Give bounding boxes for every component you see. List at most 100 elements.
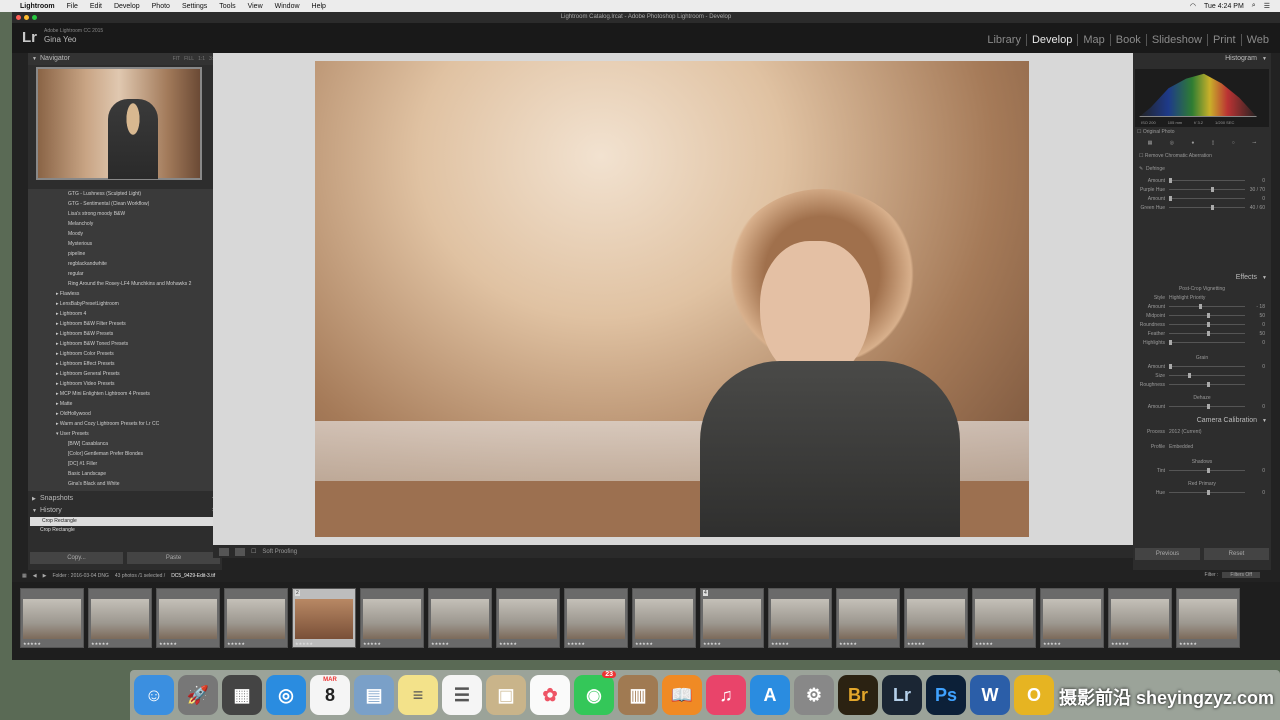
preset-item[interactable]: ▸ OldHollywood	[28, 409, 222, 419]
red-eye-icon[interactable]: ●	[1191, 140, 1194, 146]
snapshots-header[interactable]: ▶ Snapshots +	[28, 493, 222, 505]
remove-ca-checkbox[interactable]: ☐	[1139, 153, 1143, 159]
star-rating[interactable]: ★★★★★	[227, 641, 245, 646]
paste-button[interactable]: Paste	[127, 552, 220, 564]
slider-handle[interactable]	[1207, 382, 1210, 387]
star-rating[interactable]: ★★★★★	[431, 641, 449, 646]
slider-track[interactable]	[1169, 178, 1245, 183]
star-rating[interactable]: ★★★★★	[635, 641, 653, 646]
previous-button[interactable]: Previous	[1135, 548, 1200, 560]
app-menu[interactable]: Lightroom	[20, 3, 55, 10]
menu-photo[interactable]: Photo	[152, 3, 170, 10]
original-photo-checkbox[interactable]: ☐	[1137, 129, 1141, 135]
profile-select[interactable]: Embedded	[1169, 444, 1193, 450]
slider-track[interactable]	[1169, 468, 1245, 473]
preset-item[interactable]: regblackandwhite	[28, 259, 222, 269]
star-rating[interactable]: ★★★★★	[1043, 641, 1061, 646]
history-item[interactable]: Crop Rectangle	[28, 526, 222, 535]
notes-icon[interactable]: ≡	[398, 675, 438, 715]
radial-filter-icon[interactable]: ○	[1232, 140, 1235, 146]
preset-item[interactable]: ▸ Matte	[28, 399, 222, 409]
slider-value[interactable]: 40 / 60	[1245, 205, 1265, 211]
star-rating[interactable]: ★★★★★	[907, 641, 925, 646]
slider-track[interactable]	[1169, 313, 1245, 318]
slider-value[interactable]: 0	[1245, 404, 1265, 410]
menu-file[interactable]: File	[67, 3, 78, 10]
slider-handle[interactable]	[1207, 313, 1210, 318]
itunes-icon[interactable]: ♫	[706, 675, 746, 715]
preset-item[interactable]: ▸ Lightroom General Presets	[28, 369, 222, 379]
slider-track[interactable]	[1169, 404, 1245, 409]
preset-item[interactable]: ▸ MCP Mini Enlighten Lightroom 4 Presets	[28, 389, 222, 399]
preset-item[interactable]: [DC] #1 Filler	[28, 459, 222, 469]
preset-item[interactable]: Mysterious	[28, 239, 222, 249]
photoshop-icon[interactable]: Ps	[926, 675, 966, 715]
reset-button[interactable]: Reset	[1204, 548, 1269, 560]
close-button[interactable]	[16, 15, 21, 20]
navigator-preview[interactable]	[36, 67, 202, 180]
search-icon[interactable]: ⌕	[1252, 2, 1256, 10]
preset-item[interactable]: ▸ Lightroom B&W Presets	[28, 329, 222, 339]
preset-item[interactable]: [B/W] Casablanca	[28, 439, 222, 449]
star-rating[interactable]: ★★★★★	[499, 641, 517, 646]
word-icon[interactable]: W	[970, 675, 1010, 715]
folder-source[interactable]: Folder : 2016-03-04 DNG	[52, 573, 108, 579]
preset-item[interactable]: ▸ LensBabyPresetLightroom	[28, 299, 222, 309]
slider-value[interactable]: 0	[1245, 196, 1265, 202]
slider-handle[interactable]	[1169, 196, 1172, 201]
preset-item[interactable]: ▸ Lightroom Effect Presets	[28, 359, 222, 369]
slider-handle[interactable]	[1207, 322, 1210, 327]
filmstrip-thumbnail[interactable]: 4 ★★★★★	[700, 588, 764, 648]
menu-view[interactable]: View	[248, 3, 263, 10]
bridge-icon[interactable]: Br	[838, 675, 878, 715]
forward-arrow-icon[interactable]: ▶	[43, 573, 47, 579]
module-web[interactable]: Web	[1242, 34, 1274, 46]
vignette-style-select[interactable]: Highlight Priority	[1169, 295, 1205, 301]
filmstrip-thumbnail[interactable]: ★★★★★	[904, 588, 968, 648]
navigator-header[interactable]: ▼ Navigator FIT FILL 1:1 3:1	[28, 53, 222, 65]
slider-track[interactable]	[1169, 490, 1245, 495]
menu-develop[interactable]: Develop	[114, 3, 140, 10]
books-icon[interactable]: 📖	[662, 675, 702, 715]
brush-icon[interactable]: ⊸	[1252, 140, 1256, 146]
reminders-icon[interactable]: ☰	[442, 675, 482, 715]
slider-handle[interactable]	[1169, 178, 1172, 183]
star-rating[interactable]: ★★★★★	[1179, 641, 1197, 646]
filter-select[interactable]: Filters Off	[1222, 572, 1260, 578]
system-preferences-icon[interactable]: ⚙	[794, 675, 834, 715]
graduated-filter-icon[interactable]: ▯	[1212, 140, 1215, 146]
filmstrip-thumbnail[interactable]: 2 ★★★★★	[292, 588, 356, 648]
process-select[interactable]: 2012 (Current)	[1169, 429, 1202, 435]
slider-handle[interactable]	[1210, 187, 1214, 192]
slider-track[interactable]	[1169, 373, 1245, 378]
grid-view-icon[interactable]: ▦	[22, 573, 27, 579]
slider-track[interactable]	[1169, 340, 1245, 345]
collapse-triangle-icon[interactable]: ▼	[32, 53, 37, 65]
star-rating[interactable]: ★★★★★	[159, 641, 177, 646]
slider-value[interactable]: 0	[1245, 178, 1265, 184]
spot-removal-icon[interactable]: ◎	[1170, 140, 1174, 146]
module-develop[interactable]: Develop	[1027, 34, 1079, 46]
preset-item[interactable]: ▸ Lightroom B&W Filter Presets	[28, 319, 222, 329]
before-after-icon[interactable]	[235, 547, 245, 556]
preset-item[interactable]: ▸ Warm and Cozy Lightroom Presets for Lr…	[28, 419, 222, 429]
soft-proofing-checkbox[interactable]: ☐	[251, 548, 256, 555]
contacts-icon[interactable]: ▣	[486, 675, 526, 715]
preset-item[interactable]: GTG - Lushness (Sculpted Light)	[28, 189, 222, 199]
menu-tools[interactable]: Tools	[219, 3, 235, 10]
preset-item[interactable]: [Color] Gentleman Prefer Blondes	[28, 449, 222, 459]
slider-handle[interactable]	[1207, 331, 1210, 336]
slider-value[interactable]: 0	[1245, 364, 1265, 370]
filmstrip-thumbnail[interactable]: ★★★★★	[224, 588, 288, 648]
filmstrip-thumbnail[interactable]: ★★★★★	[20, 588, 84, 648]
slider-handle[interactable]	[1207, 490, 1210, 495]
slider-handle[interactable]	[1188, 373, 1191, 378]
clock[interactable]: Tue 4:24 PM	[1204, 3, 1244, 10]
effects-header[interactable]: Effects ▼	[1133, 272, 1271, 284]
preset-item[interactable]: Moody	[28, 229, 222, 239]
slider-value[interactable]: 0	[1245, 340, 1265, 346]
finder-icon[interactable]: ☺	[134, 675, 174, 715]
slider-track[interactable]	[1169, 196, 1245, 201]
star-rating[interactable]: ★★★★★	[839, 641, 857, 646]
launchpad-icon[interactable]: 🚀	[178, 675, 218, 715]
